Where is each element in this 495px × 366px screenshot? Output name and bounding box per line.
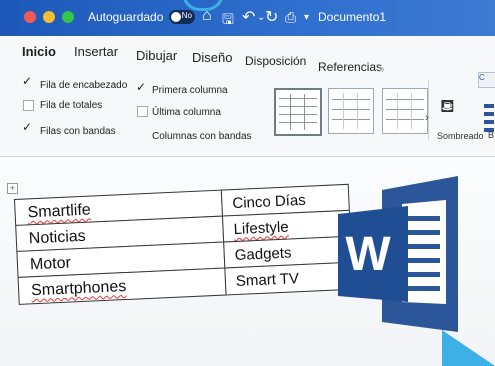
total-row-checkbox[interactable] (23, 100, 34, 111)
save-icon[interactable]: 🖫 (222, 9, 234, 33)
customize-icon[interactable]: ▾ (304, 12, 309, 23)
word-logo: W (338, 176, 458, 332)
table-style-plain[interactable] (328, 88, 374, 134)
undo-icon[interactable]: ↶ (242, 7, 255, 27)
header-row-option[interactable]: Fila de encabezado (40, 80, 127, 91)
autosave-state: No (181, 11, 192, 20)
cell-text: Smart TV (235, 270, 300, 291)
autosave-toggle[interactable]: No (169, 10, 195, 24)
document-title: Documento1 (318, 10, 387, 24)
cell-text: Lifestyle (233, 218, 289, 239)
word-window: Autoguardado No ⌂ 🖫 ↶ ⌄ ↻ ⎙ ▾ Documento1… (0, 0, 495, 366)
title-bar: Autoguardado No ⌂ 🖫 ↶ ⌄ ↻ ⎙ ▾ Documento1 (0, 0, 495, 36)
header-row-check-icon[interactable]: ✓ (22, 74, 32, 88)
cell-text: Cinco Días (232, 191, 307, 213)
last-column-checkbox[interactable] (137, 106, 148, 117)
word-logo-letter: W (345, 228, 391, 281)
table-styles-gallery (258, 80, 429, 140)
tab-disposicion[interactable]: Disposición (245, 54, 306, 68)
tab-referencias[interactable]: Referencias (318, 60, 382, 74)
table-style-grid[interactable] (274, 88, 322, 136)
zoom-window-button[interactable] (62, 11, 74, 23)
banded-rows-option[interactable]: Filas con bandas (40, 126, 116, 137)
cell-text: Gadgets (234, 244, 292, 265)
borders-label[interactable]: B (488, 130, 494, 140)
cell-text: Smartphones (30, 278, 127, 300)
cell-text: Motor (29, 254, 72, 274)
table-cell[interactable]: Smart TV (224, 261, 354, 296)
ribbon-edge-button-label: C (479, 73, 485, 82)
close-window-button[interactable] (24, 11, 36, 23)
redo-icon[interactable]: ↻ (265, 7, 278, 27)
tab-insertar[interactable]: Insertar (74, 44, 118, 59)
tab-inicio[interactable]: Inicio (22, 44, 56, 59)
shading-label[interactable]: Sombreado (437, 131, 484, 141)
tab-diseno[interactable]: Diseño (192, 50, 232, 65)
banded-rows-check-icon[interactable]: ✓ (22, 120, 32, 134)
ribbon-edge-button[interactable]: C (478, 72, 495, 88)
decorative-triangle (442, 330, 495, 366)
autosave-label: Autoguardado (88, 10, 164, 24)
banded-columns-option[interactable]: Columnas con bandas (152, 131, 252, 142)
print-icon[interactable]: ⎙ (285, 9, 296, 26)
cell-text: Smartlife (27, 201, 92, 222)
gallery-next-icon[interactable]: › (425, 112, 429, 124)
first-column-option[interactable]: Primera columna (152, 85, 228, 96)
table-move-handle-icon[interactable]: + (7, 183, 18, 194)
first-column-check-icon[interactable]: ✓ (136, 80, 146, 94)
tab-dibujar[interactable]: Dibujar (136, 48, 177, 63)
total-row-option[interactable]: Fila de totales (40, 100, 102, 111)
ribbon: Inicio Insertar Dibujar Diseño Disposici… (0, 36, 495, 157)
table-style-light[interactable] (382, 88, 428, 134)
cell-text: Noticias (28, 227, 87, 248)
minimize-window-button[interactable] (43, 11, 55, 23)
paint-bucket-icon[interactable]: ⛾ (440, 96, 455, 120)
last-column-option[interactable]: Última columna (152, 107, 221, 118)
more-tabs-icon[interactable]: » (378, 62, 385, 76)
toggle-knob (171, 12, 181, 22)
